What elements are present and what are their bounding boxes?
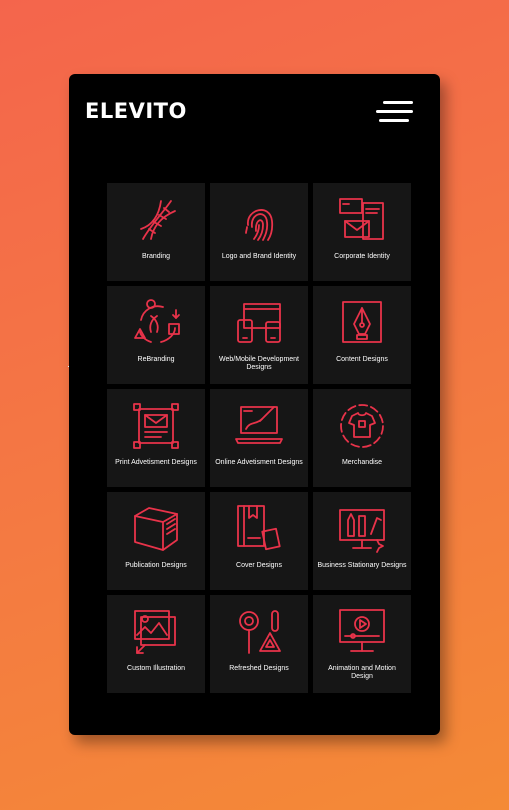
service-label: Refreshed Designs xyxy=(229,665,289,672)
service-tile-business-stationary[interactable]: Business Stationary Designs xyxy=(313,492,411,590)
service-label: Publication Designs xyxy=(125,562,187,569)
service-label: Content Designs xyxy=(336,356,388,363)
rebrand-cycle-icon xyxy=(134,299,180,343)
brand-logo[interactable]: ELEVITO xyxy=(85,99,187,123)
hamburger-menu-icon[interactable] xyxy=(376,101,413,123)
service-label: Corporate Identity xyxy=(334,253,390,260)
video-monitor-icon xyxy=(339,609,385,652)
service-tile-refreshed[interactable]: Refreshed Designs xyxy=(210,595,308,693)
service-label: Online Advetisment Designs xyxy=(215,459,303,466)
service-tile-animation[interactable]: Animation and Motion Design xyxy=(313,595,411,693)
service-tile-web-mobile[interactable]: Web/Mobile Development Designs xyxy=(210,286,308,384)
dna-icon xyxy=(140,200,176,240)
service-tile-logo-identity[interactable]: Logo and Brand Identity xyxy=(210,183,308,281)
service-label: Custom Illustration xyxy=(127,665,185,672)
service-label: Animation and Motion Design xyxy=(328,665,396,680)
service-label: Cover Designs xyxy=(236,562,282,569)
service-tile-illustration[interactable]: Custom Illustration xyxy=(107,595,205,693)
service-tile-print-ads[interactable]: Print Advetisment Designs xyxy=(107,389,205,487)
services-grid: Branding Logo and Brand Identity Corpora… xyxy=(107,183,411,693)
pen-nib-icon xyxy=(342,301,382,343)
service-label: Branding xyxy=(141,253,171,260)
service-tile-branding[interactable]: Branding xyxy=(107,183,205,281)
service-tile-merchandise[interactable]: Merchandise xyxy=(313,389,411,487)
service-label: ReBranding xyxy=(137,356,175,363)
phone-frame: ELEVITO Branding Logo and Brand Identity xyxy=(69,74,440,735)
service-tile-rebranding[interactable]: ReBranding xyxy=(107,286,205,384)
devices-icon xyxy=(237,303,281,343)
print-layout-icon xyxy=(133,403,179,449)
stationery-icon xyxy=(339,198,384,240)
book-icon xyxy=(134,507,178,551)
design-tools-icon xyxy=(239,610,281,654)
service-label: Business Stationary Designs xyxy=(317,562,407,569)
tshirt-icon xyxy=(340,404,384,448)
service-tile-content[interactable]: Content Designs xyxy=(313,286,411,384)
service-label: Web/Mobile Development Designs xyxy=(218,356,300,371)
service-tile-publication[interactable]: Publication Designs xyxy=(107,492,205,590)
image-frame-icon xyxy=(134,610,176,654)
service-label: Print Advetisment Designs xyxy=(115,459,197,466)
service-tile-cover[interactable]: Cover Designs xyxy=(210,492,308,590)
service-tile-online-ads[interactable]: Online Advetisment Designs xyxy=(210,389,308,487)
laptop-drawing-icon xyxy=(235,406,283,444)
monitor-tools-icon xyxy=(339,509,385,553)
service-label: Logo and Brand Identity xyxy=(221,253,297,260)
fingerprint-icon xyxy=(245,209,274,241)
service-tile-corporate[interactable]: Corporate Identity xyxy=(313,183,411,281)
service-label: Merchandise xyxy=(341,459,383,466)
cover-book-icon xyxy=(237,505,281,551)
